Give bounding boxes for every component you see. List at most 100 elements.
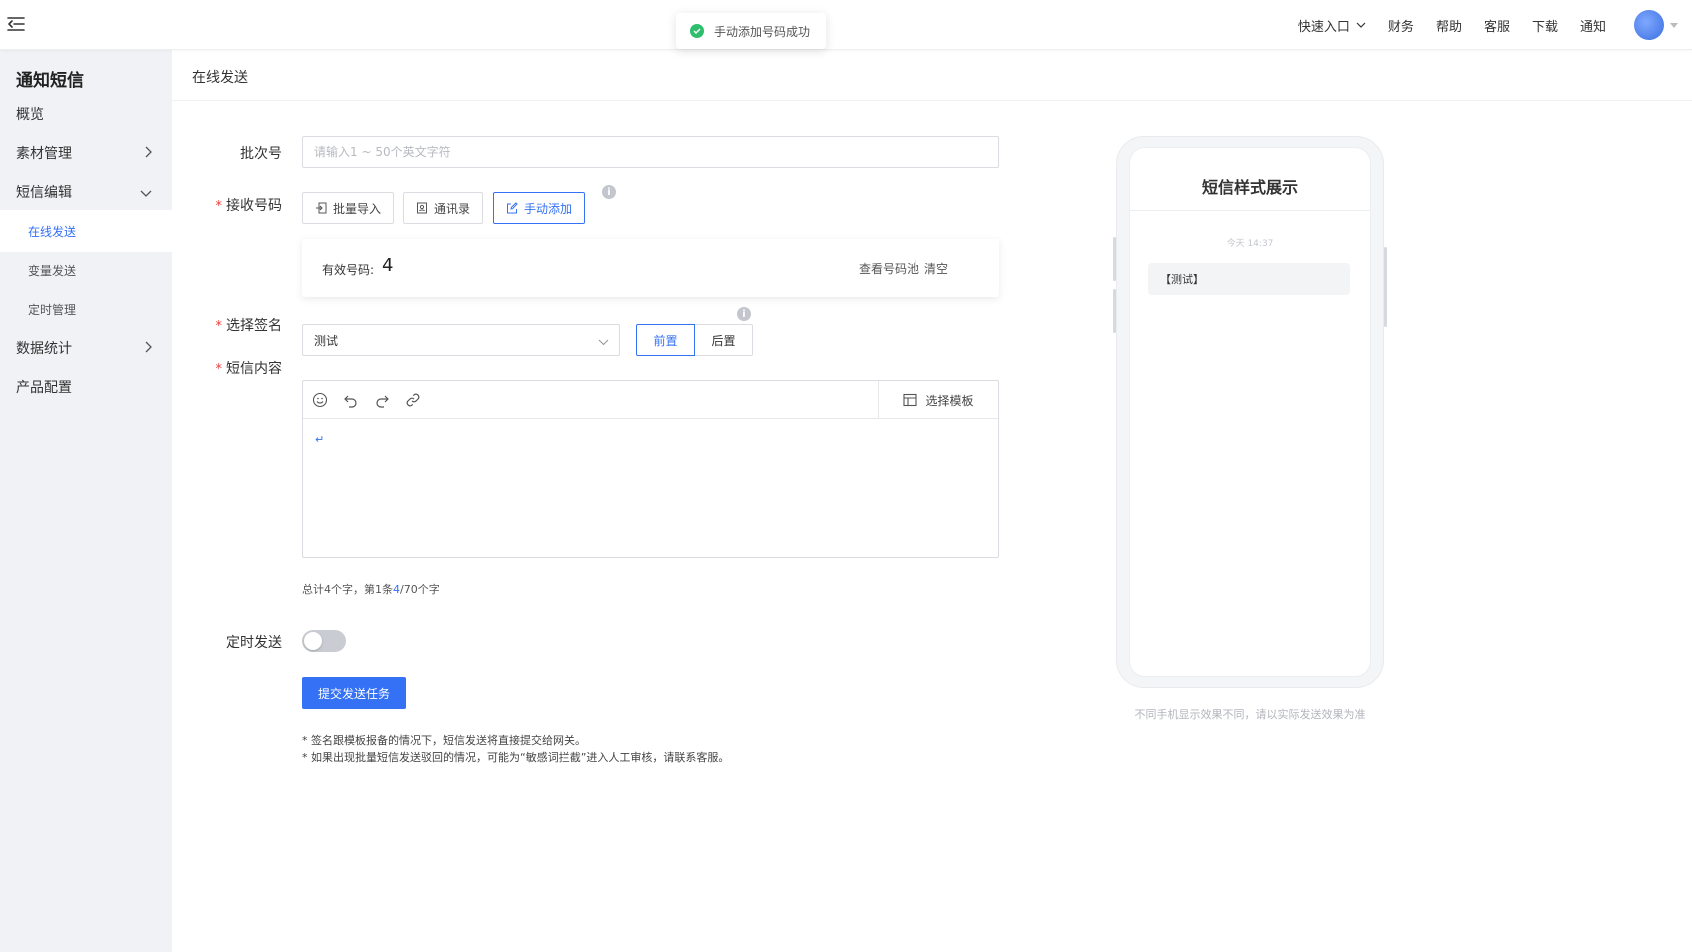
edit-icon <box>506 202 518 214</box>
sidebar-item-overview[interactable]: 概览 <box>0 93 172 135</box>
required-mark: * <box>215 362 223 377</box>
chevron-down-icon <box>598 335 609 349</box>
sidebar-item-label: 数据统计 <box>16 341 72 357</box>
sidebar-item-variable-send[interactable]: 变量发送 <box>0 249 172 291</box>
divider <box>915 260 916 273</box>
schedule-toggle[interactable] <box>302 630 346 652</box>
nav-help[interactable]: 帮助 <box>1436 16 1462 35</box>
sidebar-item-product-config[interactable]: 产品配置 <box>0 366 172 408</box>
signature-position-back[interactable]: 后置 <box>694 324 753 356</box>
select-template-label: 选择模板 <box>925 393 974 408</box>
menu-toggle-icon[interactable] <box>6 14 26 34</box>
char-count-current: 4 <box>393 583 400 596</box>
page-header: 在线发送 <box>172 50 1692 101</box>
link-icon[interactable] <box>404 391 422 409</box>
note-line: * 如果出现批量短信发送驳回的情况，可能为“敏感词拦截”进入人工审核，请联系客服… <box>302 751 730 764</box>
schedule-label: 定时发送 <box>172 632 282 652</box>
top-header: 快速入口 财务 帮助 客服 下载 通知 <box>0 0 1692 50</box>
view-number-pool-link[interactable]: 查看号码池 <box>859 260 919 277</box>
sidebar-item-sms-edit[interactable]: 短信编辑 <box>0 171 172 213</box>
receiver-label: * 接收号码 <box>172 195 283 215</box>
sidebar-item-statistics[interactable]: 数据统计 <box>0 327 172 369</box>
sidebar-item-label: 产品配置 <box>16 380 72 396</box>
avatar <box>1634 10 1664 40</box>
nav-quick-entry-label: 快速入口 <box>1297 19 1350 35</box>
schedule-label-text: 定时发送 <box>226 635 282 651</box>
valid-numbers-card: 有效号码: 4 查看号码池 清空 <box>302 239 999 297</box>
signature-label-text: 选择签名 <box>226 318 282 334</box>
sms-content-editor: 选择模板 ↵ <box>302 380 999 558</box>
receiver-label-text: 接收号码 <box>226 198 282 214</box>
sidebar-item-materials[interactable]: 素材管理 <box>0 132 172 174</box>
chevron-down-icon <box>1356 18 1366 33</box>
chevron-down-icon <box>140 185 152 201</box>
batch-import-label: 批量导入 <box>332 201 381 216</box>
signature-position-front[interactable]: 前置 <box>636 324 695 356</box>
phone-side-button <box>1113 289 1116 333</box>
preview-note: 不同手机显示效果不同，请以实际发送效果为准 <box>1134 708 1366 721</box>
undo-icon[interactable] <box>342 391 360 409</box>
required-mark: * <box>215 199 223 214</box>
note-line: * 签名跟模板报备的情况下，短信发送将直接提交给网关。 <box>302 734 586 747</box>
sms-content-textarea[interactable]: ↵ <box>303 419 998 557</box>
batch-label: 批次号 <box>172 143 282 163</box>
batch-input[interactable] <box>302 136 999 168</box>
sidebar-item-schedule-manage[interactable]: 定时管理 <box>0 288 172 330</box>
phone-side-button <box>1384 247 1387 327</box>
preview-time: 今天 14:37 <box>1226 239 1274 249</box>
import-icon <box>315 202 327 214</box>
nav-support[interactable]: 客服 <box>1484 16 1510 35</box>
check-circle-icon <box>690 24 704 38</box>
batch-import-button[interactable]: 批量导入 <box>302 192 394 224</box>
caret-down-icon <box>1670 22 1678 28</box>
sidebar-item-online-send[interactable]: 在线发送 <box>0 210 172 252</box>
signature-select[interactable]: 测试 <box>302 324 620 356</box>
clear-numbers-link[interactable]: 清空 <box>924 260 948 277</box>
submit-task-button[interactable]: 提交发送任务 <box>302 677 406 709</box>
nav-notification[interactable]: 通知 <box>1580 16 1606 35</box>
sidebar-item-label: 短信编辑 <box>16 185 72 201</box>
toast-message: 手动添加号码成功 <box>714 24 811 39</box>
required-mark: * <box>215 319 223 334</box>
contacts-icon <box>416 202 428 214</box>
char-count-prefix: 总计4个字，第1条 <box>302 583 393 596</box>
nav-download[interactable]: 下载 <box>1532 16 1558 35</box>
content-label-text: 短信内容 <box>226 361 282 377</box>
info-icon[interactable]: i <box>737 307 751 321</box>
nav-finance[interactable]: 财务 <box>1388 16 1414 35</box>
user-menu[interactable] <box>1634 10 1678 40</box>
main-content: 在线发送 批次号 *接收号码 批量导入 通讯录 手动添加 i 有效号码: 4 查… <box>172 50 1692 952</box>
chevron-right-icon <box>144 146 152 162</box>
sidebar-item-label: 变量发送 <box>28 263 77 278</box>
phone-screen: 短信样式展示 今天 14:37 【测试】 <box>1129 147 1371 677</box>
sidebar-title: 通知短信 <box>16 71 84 91</box>
sidebar-item-label: 定时管理 <box>28 302 77 317</box>
emoji-icon[interactable] <box>311 391 329 409</box>
phone-side-button <box>1113 237 1116 281</box>
signature-select-value: 测试 <box>314 333 339 348</box>
info-icon[interactable]: i <box>602 185 616 199</box>
nav-quick-entry[interactable]: 快速入口 <box>1298 16 1366 35</box>
sidebar-item-label: 概览 <box>16 107 44 123</box>
divider <box>1130 210 1370 211</box>
editor-toolbar: 选择模板 <box>303 381 998 419</box>
sidebar: 通知短信 概览 素材管理 短信编辑 在线发送 变量发送 定时管理 数据统计 产品… <box>0 50 172 952</box>
preview-title: 短信样式展示 <box>1201 178 1298 197</box>
top-nav: 快速入口 财务 帮助 客服 下载 通知 <box>1276 0 1692 50</box>
contacts-label: 通讯录 <box>433 201 470 216</box>
contacts-button[interactable]: 通讯录 <box>403 192 483 224</box>
select-template-button[interactable]: 选择模板 <box>878 381 998 419</box>
page-title: 在线发送 <box>192 70 248 86</box>
manual-add-label: 手动添加 <box>523 201 572 216</box>
manual-add-button[interactable]: 手动添加 <box>493 192 585 224</box>
template-icon <box>903 393 918 407</box>
content-label: * 短信内容 <box>172 358 283 378</box>
chevron-right-icon <box>144 341 152 357</box>
phone-preview: 短信样式展示 今天 14:37 【测试】 <box>1113 136 1387 688</box>
batch-label-text: 批次号 <box>240 146 282 162</box>
signature-label: * 选择签名 <box>172 315 283 335</box>
success-toast: 手动添加号码成功 <box>676 13 827 49</box>
preview-message-bubble: 【测试】 <box>1148 263 1350 295</box>
redo-icon[interactable] <box>373 391 391 409</box>
toggle-knob <box>304 632 322 650</box>
